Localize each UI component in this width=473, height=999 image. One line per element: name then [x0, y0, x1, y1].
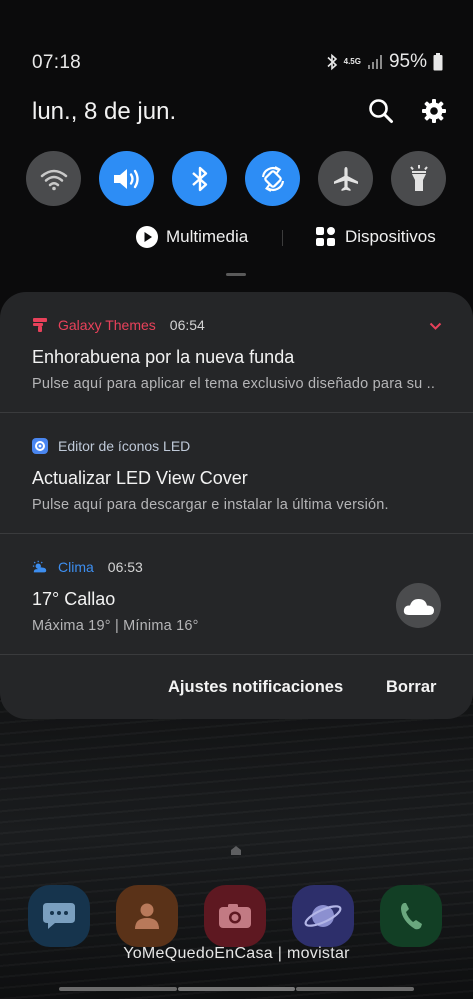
- nav-recents-bar[interactable]: [59, 987, 177, 991]
- signal-icon: [367, 55, 382, 69]
- led-editor-icon: [32, 438, 48, 454]
- nav-back-bar[interactable]: [296, 987, 414, 991]
- battery-icon: [433, 53, 443, 71]
- bluetooth-status-icon: [327, 53, 337, 71]
- flashlight-icon: [409, 164, 428, 191]
- chat-bubble-icon: [43, 903, 75, 929]
- gear-icon[interactable]: [419, 96, 449, 126]
- sound-toggle[interactable]: [99, 151, 154, 206]
- nav-home-bar[interactable]: [178, 987, 295, 991]
- notification-body: Pulse aquí para descargar e instalar la …: [32, 497, 389, 513]
- weather-app-icon: [32, 559, 48, 575]
- camera-icon: [219, 904, 251, 928]
- notification-led-editor[interactable]: Editor de íconos LED Actualizar LED View…: [0, 413, 473, 533]
- app-dock: [0, 885, 473, 949]
- devices-grid-icon: [316, 227, 335, 246]
- devices-button[interactable]: Dispositivos: [315, 226, 436, 248]
- rotate-icon: [261, 165, 284, 192]
- chevron-down-icon[interactable]: [429, 322, 442, 331]
- notification-app-name: Clima: [58, 559, 94, 575]
- notification-galaxy-themes[interactable]: Galaxy Themes 06:54 Enhorabuena por la n…: [0, 292, 473, 412]
- galaxy-themes-icon: [32, 317, 48, 333]
- notification-title: 17° Callao: [32, 589, 116, 609]
- volume-icon: [113, 168, 139, 189]
- camera-app[interactable]: [204, 885, 266, 947]
- media-devices-row: Multimedia Dispositivos: [0, 224, 473, 252]
- auto-rotate-toggle[interactable]: [245, 151, 300, 206]
- notification-header: Editor de íconos LED: [32, 438, 190, 454]
- date-label: lun., 8 de jun.: [32, 98, 177, 125]
- notification-body: Máxima 19° | Mínima 16°: [32, 618, 199, 634]
- notification-divider: [0, 654, 473, 655]
- wifi-toggle[interactable]: [26, 151, 81, 206]
- panel-drag-handle[interactable]: [226, 273, 246, 276]
- multimedia-button[interactable]: Multimedia: [136, 226, 248, 248]
- search-icon[interactable]: [366, 96, 396, 126]
- flashlight-toggle[interactable]: [391, 151, 446, 206]
- person-icon: [135, 903, 159, 929]
- phone-icon: [401, 903, 422, 930]
- messages-app[interactable]: [28, 885, 90, 947]
- status-time: 07:18: [32, 52, 82, 73]
- notification-app-name: Galaxy Themes: [58, 317, 156, 333]
- weather-thumbnail: [396, 583, 441, 628]
- notification-settings-button[interactable]: Ajustes notificaciones: [168, 678, 343, 697]
- status-bar: 07:18 4.5G 95%: [0, 48, 473, 78]
- carrier-label: YoMeQuedoEnCasa | movistar: [123, 945, 350, 962]
- battery-percent: 95%: [388, 51, 427, 72]
- internet-app[interactable]: [292, 885, 354, 947]
- notification-app-name: Editor de íconos LED: [58, 438, 191, 454]
- cloud-icon: [403, 598, 434, 615]
- wifi-icon: [40, 169, 67, 190]
- notification-title: Enhorabuena por la nueva funda: [32, 347, 295, 367]
- airplane-icon: [333, 166, 358, 191]
- phone-app[interactable]: [380, 885, 442, 947]
- home-indicator-icon: [231, 846, 241, 855]
- airplane-toggle[interactable]: [318, 151, 373, 206]
- notification-body: Pulse aquí para aplicar el tema exclusiv…: [32, 376, 436, 392]
- planet-icon: [304, 905, 342, 927]
- devices-label: Dispositivos: [345, 227, 436, 246]
- clear-all-button[interactable]: Borrar: [386, 678, 436, 697]
- bluetooth-toggle[interactable]: [172, 151, 227, 206]
- notification-header: Clima 06:53: [32, 559, 143, 575]
- status-icons: 4.5G 95%: [326, 51, 443, 73]
- network-type-label: 4.5G: [343, 57, 361, 66]
- notification-title: Actualizar LED View Cover: [32, 468, 248, 488]
- contacts-app[interactable]: [116, 885, 178, 947]
- bluetooth-icon: [191, 166, 207, 191]
- notification-panel: Galaxy Themes 06:54 Enhorabuena por la n…: [0, 292, 473, 719]
- notification-weather[interactable]: Clima 06:53 17° Callao Máxima 19° | Míni…: [0, 534, 473, 654]
- quick-settings-row: [26, 151, 446, 207]
- notification-time: 06:53: [107, 559, 143, 575]
- notification-header: Galaxy Themes 06:54: [32, 317, 205, 333]
- multimedia-label: Multimedia: [166, 227, 249, 246]
- media-divider: [282, 230, 283, 246]
- notification-time: 06:54: [169, 317, 205, 333]
- play-icon: [136, 226, 158, 248]
